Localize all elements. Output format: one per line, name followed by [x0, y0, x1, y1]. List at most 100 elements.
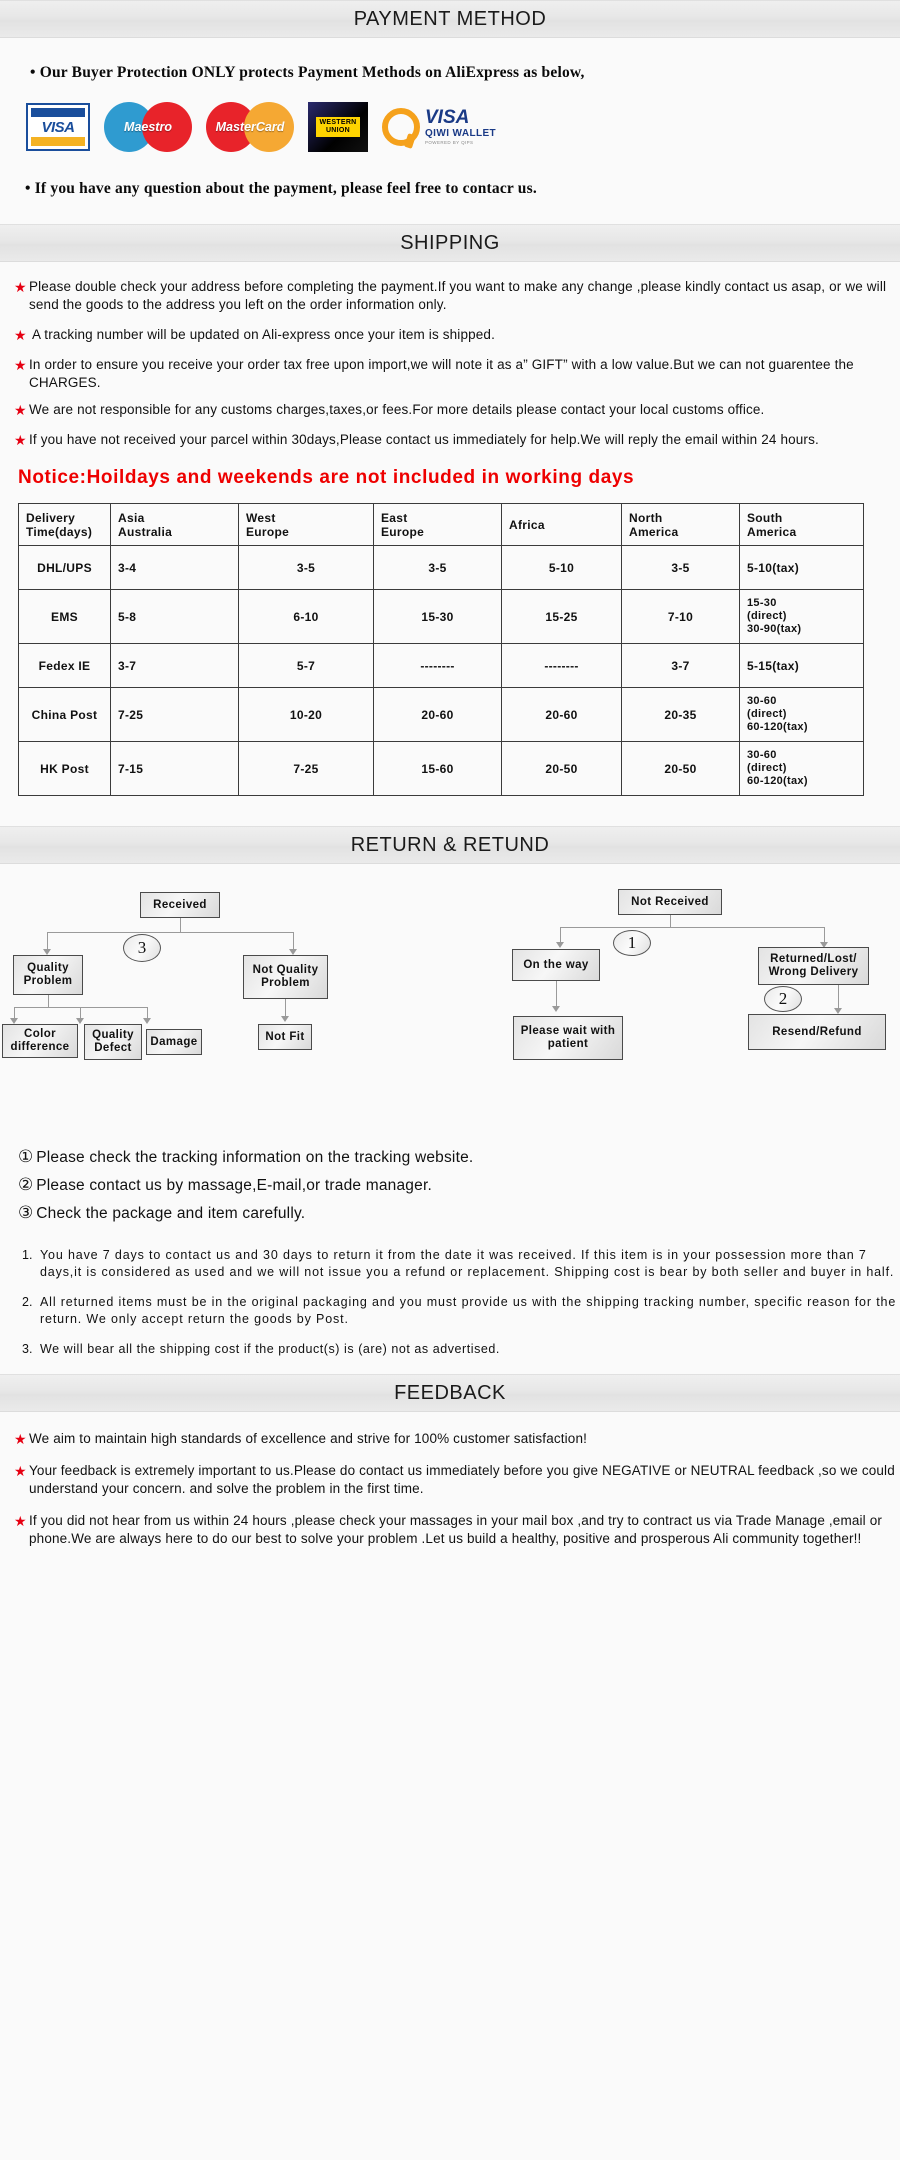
table-cell: 15-60 — [373, 741, 502, 796]
visa-logo-label: VISA — [41, 118, 75, 136]
table-header-row: Delivery Time(days) Asia Australia West Eur… — [18, 503, 864, 546]
star-icon: ★ — [14, 357, 27, 373]
flow-line — [14, 1007, 148, 1008]
flow-node-quality-defect: Quality Defect — [84, 1024, 142, 1060]
policy-text: We will bear all the shipping cost if th… — [40, 1342, 500, 1356]
section-title-shipping: SHIPPING — [400, 231, 500, 254]
shipping-bullet: ★ A tracking number will be updated on A… — [14, 326, 900, 344]
table-header-cell: Africa — [501, 503, 622, 546]
flow-arrow — [143, 1018, 151, 1024]
table-cell: 7-25 — [110, 687, 239, 742]
flow-line — [556, 981, 557, 1007]
policy-text: You have 7 days to contact us and 30 day… — [40, 1248, 895, 1279]
feedback-bullet: ★ If you did not hear from us within 24 … — [14, 1512, 900, 1548]
return-note-text: Please check the tracking information on… — [36, 1149, 474, 1166]
list-item: ② Please contact us by massage,E-mail,or… — [18, 1174, 900, 1197]
shipping-bullet-text: Please double check your address before … — [29, 279, 887, 312]
mastercard-logo-label: MasterCard — [215, 120, 285, 134]
table-row: DHL/UPS 3-4 3-5 3-5 5-10 3-5 5-10(tax) — [18, 545, 864, 590]
flow-badge-2: 2 — [764, 986, 802, 1012]
flow-badge-1: 1 — [613, 930, 651, 956]
table-header-cell: East Europe — [373, 503, 502, 546]
star-icon: ★ — [14, 402, 27, 418]
shipping-time-table: Delivery Time(days) Asia Australia West Eur… — [18, 503, 864, 796]
visa-bottom-bar — [31, 137, 85, 146]
list-item: 1. You have 7 days to contact us and 30 … — [22, 1247, 900, 1281]
section-title-feedback: FEEDBACK — [394, 1381, 506, 1404]
star-icon: ★ — [14, 1431, 27, 1447]
flow-node-on-the-way: On the way — [512, 949, 600, 981]
policy-number: 1. — [22, 1248, 33, 1262]
return-flowchart: Received 3 Quality Problem Not Quality P… — [0, 864, 900, 1132]
table-cell: 3-5 — [373, 545, 502, 590]
flow-arrow — [281, 1016, 289, 1022]
table-cell: 15-25 — [501, 589, 622, 644]
table-header-cell: Asia Australia — [110, 503, 239, 546]
qiwi-powered-label: POWERED BY QIPS — [425, 140, 474, 146]
flow-node-not-quality-problem: Not Quality Problem — [243, 955, 328, 999]
star-icon: ★ — [14, 327, 27, 343]
table-cell: 3-4 — [110, 545, 239, 590]
payment-intro-text: • Our Buyer Protection ONLY protects Pay… — [30, 64, 585, 81]
visa-logo: VISA — [26, 103, 90, 151]
table-cell: 20-60 — [501, 687, 622, 742]
table-cell: 7-10 — [621, 589, 740, 644]
table-cell: 15-30 (direct) 30-90(tax) — [739, 589, 864, 644]
flow-line — [47, 932, 294, 933]
shipping-bullet: ★ Please double check your address befor… — [14, 278, 900, 314]
table-row: China Post 7-25 10-20 20-60 20-60 20-35 … — [18, 687, 864, 742]
table-cell: 3-5 — [621, 545, 740, 590]
table-cell: 10-20 — [238, 687, 374, 742]
qiwi-wallet-logo: VISA QIWI WALLET POWERED BY QIPS — [382, 108, 496, 146]
circled-number-icon: ① — [18, 1147, 34, 1167]
flow-node-please-wait: Please wait with patient — [513, 1016, 623, 1060]
western-union-plate: WESTERN UNION — [316, 117, 360, 137]
shipping-bullet: ★ We are not responsible for any customs… — [14, 401, 900, 419]
flow-node-not-fit: Not Fit — [258, 1024, 312, 1050]
flow-line — [285, 999, 286, 1017]
circled-number-icon: ② — [18, 1175, 34, 1195]
table-row-label: HK Post — [18, 741, 111, 796]
table-cell: 30-60 (direct) 60-120(tax) — [739, 687, 864, 742]
western-union-logo: WESTERN UNION — [308, 102, 368, 152]
table-row-label: EMS — [18, 589, 111, 644]
table-cell: 3-7 — [110, 643, 239, 688]
table-cell: 5-7 — [238, 643, 374, 688]
shipping-notice: Notice:Hoildays and weekends are not inc… — [18, 467, 635, 488]
payment-logo-row: VISA Maestro MasterCard WESTERN UNION VI… — [26, 102, 900, 152]
section-banner-feedback: FEEDBACK — [0, 1374, 900, 1412]
star-icon: ★ — [14, 432, 27, 448]
qiwi-text-block: VISA QIWI WALLET POWERED BY QIPS — [425, 108, 496, 146]
table-cell: 5-8 — [110, 589, 239, 644]
payment-outro-text: • If you have any question about the pay… — [25, 180, 537, 197]
table-row: HK Post 7-15 7-25 15-60 20-50 20-50 30-6… — [18, 741, 864, 796]
table-row-label: China Post — [18, 687, 111, 742]
shipping-bullet: ★ If you have not received your parcel w… — [14, 431, 900, 449]
feedback-bullet-text: If you did not hear from us within 24 ho… — [29, 1513, 883, 1546]
section-title-return: RETURN & RETUND — [350, 833, 550, 856]
feedback-bullet-text: We aim to maintain high standards of exc… — [29, 1431, 588, 1446]
flow-badge-3: 3 — [123, 934, 161, 962]
table-cell: 5-10(tax) — [739, 545, 864, 590]
table-cell: 20-60 — [373, 687, 502, 742]
flow-line — [560, 927, 825, 928]
shipping-bullet: ★ In order to ensure you receive your or… — [14, 356, 900, 392]
policy-text: All returned items must be in the origin… — [40, 1295, 897, 1326]
table-cell: 20-50 — [501, 741, 622, 796]
flow-line — [293, 932, 294, 950]
table-cell: 7-15 — [110, 741, 239, 796]
table-row-label: Fedex IE — [18, 643, 111, 688]
qiwi-q-icon — [382, 108, 420, 146]
flow-node-returned-lost-wrong: Returned/Lost/ Wrong Delivery — [758, 947, 869, 985]
maestro-logo: Maestro — [104, 102, 192, 152]
maestro-logo-label: Maestro — [124, 120, 172, 134]
flow-arrow — [556, 942, 564, 948]
return-notes-list: ① Please check the tracking information … — [18, 1146, 900, 1225]
western-union-line1: WESTERN — [319, 119, 357, 126]
section-banner-shipping: SHIPPING — [0, 224, 900, 262]
feedback-bullet-text: Your feedback is extremely important to … — [29, 1463, 895, 1496]
flow-line — [48, 995, 49, 1007]
shipping-bullet-text: A tracking number will be updated on Ali… — [32, 327, 495, 342]
section-title-payment: PAYMENT METHOD — [353, 7, 547, 30]
star-icon: ★ — [14, 1513, 27, 1529]
